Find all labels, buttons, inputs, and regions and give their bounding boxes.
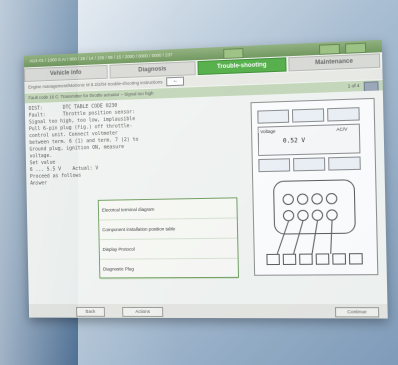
back-button[interactable]: Back [76, 306, 105, 317]
help-button[interactable] [344, 42, 367, 54]
voltage-label: Voltage [260, 128, 276, 135]
range-button[interactable] [294, 158, 325, 171]
actions-button[interactable]: Actions [122, 306, 164, 317]
diagnostic-screen: AU1-01 / 1000 S Ar / 800 / 25 / 14 / 155… [23, 39, 388, 319]
tools-button[interactable] [318, 43, 340, 55]
pin-labels [267, 254, 362, 265]
settings-button[interactable] [328, 108, 360, 121]
wiring-diagram-panel: Voltage 0.52 V AC/V [250, 97, 379, 276]
menu-item-display-protocol[interactable]: Display Protocol [99, 238, 238, 260]
connector-diagram [252, 99, 378, 275]
window-title: AU1-01 / 1000 S Ar / 800 / 25 / 14 / 155… [29, 52, 173, 64]
connector-outline [274, 180, 356, 234]
menu-item-electrical-diagram[interactable]: Electrical terminal diagram [98, 198, 237, 221]
voltage-value: 0.52 V [282, 136, 306, 145]
menu-item-diagnostic-plug[interactable]: Diagnostic Plug [99, 258, 239, 280]
hold-button[interactable] [329, 157, 361, 170]
continue-button[interactable]: Continue [334, 307, 380, 318]
voltage-unit: AC/V [336, 126, 348, 132]
fault-code-title: Fault code 16 C: Transmitter for throttl… [28, 90, 154, 101]
left-arrow-icon: ← [172, 78, 179, 85]
back-arrow-button[interactable]: ← [166, 76, 185, 87]
close-button[interactable] [363, 81, 379, 93]
page-indicator: 1 of 4 [347, 82, 360, 89]
help-button[interactable] [223, 48, 244, 59]
footer-bar: Back Actions Continue [28, 304, 388, 319]
menu-item-installation-table[interactable]: Component installation position table [99, 218, 238, 241]
oscilloscope-button[interactable] [292, 109, 323, 122]
actions-menu: Electrical terminal diagram Component in… [97, 197, 240, 280]
probe-button[interactable] [259, 159, 290, 172]
multimeter-button[interactable] [258, 110, 289, 123]
